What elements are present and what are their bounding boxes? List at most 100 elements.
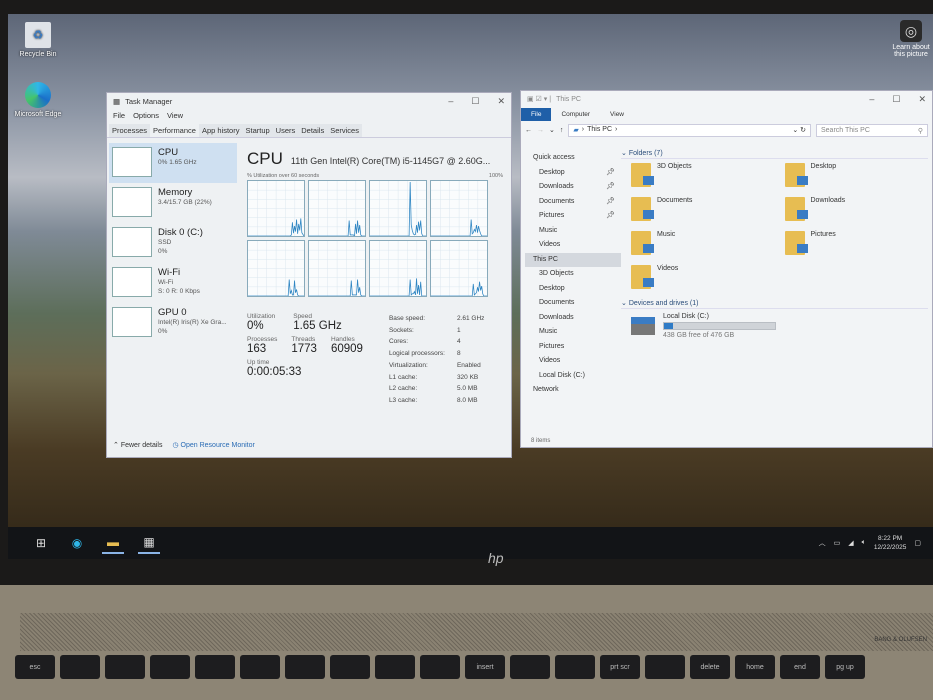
tab-details[interactable]: Details <box>298 124 328 137</box>
fewer-details-button[interactable]: ⌃ Fewer details <box>113 441 162 449</box>
clock[interactable]: 8:22 PM 12/22/2025 <box>874 534 907 552</box>
resource-sub: Intel(R) Iris(R) Xe Gra... <box>158 319 227 326</box>
nav-item[interactable]: This PC <box>525 252 621 267</box>
resource-item[interactable]: Wi-Fi Wi-Fi S: 0 R: 0 Kbps <box>109 263 237 303</box>
nav-item[interactable]: Documents <box>525 296 621 311</box>
recent-dropdown[interactable]: ⌄ <box>549 126 555 134</box>
pc-icon: ▰ <box>573 126 579 134</box>
refresh-icon[interactable]: ⌄ ↻ <box>792 126 806 135</box>
nav-item[interactable]: 3D Objects <box>525 267 621 282</box>
volume-icon[interactable]: 🔈︎ <box>862 539 866 547</box>
spec-label: Logical processors: <box>388 350 445 358</box>
close-button[interactable]: ✕ <box>497 96 505 107</box>
nav-label: Music <box>539 328 558 335</box>
nav-item[interactable]: Desktop <box>525 282 621 297</box>
close-button[interactable]: ✕ <box>918 94 926 105</box>
task-manager-taskbar-button[interactable]: ▦ <box>138 532 160 554</box>
search-input[interactable]: Search This PC ⚲ <box>816 123 928 137</box>
back-button[interactable]: ← <box>525 127 532 134</box>
edge-taskbar-button[interactable]: ◉ <box>66 532 88 554</box>
resource-item[interactable]: CPU 0% 1.65 GHz <box>109 143 237 183</box>
drives-header[interactable]: ⌄ Devices and drives (1) <box>621 299 928 309</box>
start-button[interactable]: ⊞ <box>30 532 52 554</box>
nav-label: Desktop <box>539 284 565 292</box>
pin-icon[interactable]: 📌︎ <box>606 195 615 210</box>
folder-item[interactable]: Pictures <box>775 231 929 255</box>
spec-label: L2 cache: <box>388 385 418 393</box>
tab-app-history[interactable]: App history <box>198 124 243 137</box>
desktop: ♻ Recycle Bin Microsoft Edge ◎ Learn abo… <box>8 14 933 559</box>
nav-item[interactable]: Pictures 📌︎ <box>525 209 621 224</box>
maximize-button[interactable]: ☐ <box>892 94 900 105</box>
local-disk-item[interactable]: Local Disk (C:) 438 GB free of 476 GB <box>621 313 928 339</box>
resource-item[interactable]: Memory 3.4/15.7 GB (22%) <box>109 183 237 223</box>
forward-button[interactable]: → <box>537 127 544 134</box>
speed-value: 1.65 GHz <box>293 320 342 332</box>
up-button[interactable]: ↑ <box>560 127 564 134</box>
title-bar: ▦ Task Manager – ☐ ✕ <box>107 93 511 109</box>
learn-about-picture[interactable]: ◎ Learn about this picture <box>891 20 931 58</box>
recycle-bin-shortcut[interactable]: ♻ Recycle Bin <box>8 22 68 58</box>
tab-users[interactable]: Users <box>272 124 299 137</box>
quick-access-toolbar-icon[interactable]: ▣ ☑ ▾ | <box>527 95 551 103</box>
battery-icon[interactable]: ▭ <box>834 539 841 547</box>
nav-item[interactable]: Downloads <box>525 311 621 326</box>
nav-item[interactable]: Pictures <box>525 340 621 355</box>
resource-item[interactable]: GPU 0 Intel(R) Iris(R) Xe Gra... 0% <box>109 303 237 343</box>
edge-shortcut[interactable]: Microsoft Edge <box>8 82 68 118</box>
cpu-heading: CPU <box>247 149 283 168</box>
menu-file[interactable]: File <box>113 111 125 120</box>
nav-item[interactable]: Network <box>525 383 621 398</box>
nav-item[interactable]: Documents 📌︎ <box>525 195 621 210</box>
nav-item[interactable]: Local Disk (C:) <box>525 369 621 384</box>
ribbon-view[interactable]: View <box>600 111 634 118</box>
tab-processes[interactable]: Processes <box>109 124 151 137</box>
keyboard-key: esc <box>15 655 55 679</box>
pin-icon[interactable]: 📌︎ <box>606 209 615 224</box>
utilization-value: 0% <box>247 320 264 332</box>
tab-startup[interactable]: Startup <box>242 124 273 137</box>
resource-sub: 0% <box>158 248 168 255</box>
handles-value: 60909 <box>330 343 363 355</box>
nav-item[interactable]: Downloads 📌︎ <box>525 180 621 195</box>
open-resource-monitor-link[interactable]: ◷ Open Resource Monitor <box>172 441 254 449</box>
pin-icon[interactable]: 📌︎ <box>606 166 615 181</box>
ribbon-computer[interactable]: Computer <box>551 111 600 118</box>
nav-item[interactable]: Music <box>525 325 621 340</box>
notifications-icon[interactable]: ▢ <box>914 539 921 547</box>
show-hidden-icons[interactable]: ︿ <box>819 538 826 548</box>
folder-item[interactable]: Videos <box>621 265 775 289</box>
title-bar: ▣ ☑ ▾ | This PC – ☐ ✕ <box>521 91 932 107</box>
maximize-button[interactable]: ☐ <box>471 96 479 107</box>
explorer-taskbar-button[interactable]: ▬ <box>102 532 124 554</box>
pin-icon[interactable]: 📌︎ <box>606 180 615 195</box>
folder-item[interactable]: Documents <box>621 197 775 221</box>
status-bar-count: 8 items <box>531 438 551 444</box>
wifi-icon[interactable]: ◢ <box>848 539 853 547</box>
nav-label: Videos <box>539 241 561 248</box>
nav-label: Pictures <box>539 212 565 219</box>
nav-item[interactable]: Music <box>525 224 621 239</box>
nav-item[interactable]: Videos <box>525 238 621 253</box>
resource-name: Disk 0 (C:) <box>158 227 203 238</box>
menu-options[interactable]: Options <box>133 111 159 120</box>
minimize-button[interactable]: – <box>448 96 453 107</box>
resource-item[interactable]: Disk 0 (C:) SSD 0% <box>109 223 237 263</box>
nav-item[interactable]: Desktop 📌︎ <box>525 166 621 181</box>
minimize-button[interactable]: – <box>869 94 874 105</box>
folders-header[interactable]: ⌄ Folders (7) <box>621 149 928 159</box>
keyboard-key: insert <box>465 655 505 679</box>
ribbon-file[interactable]: File <box>521 107 552 121</box>
tab-performance[interactable]: Performance <box>150 124 199 137</box>
nav-item[interactable]: Quick access <box>525 151 621 166</box>
tab-services[interactable]: Services <box>327 124 362 137</box>
folder-item[interactable]: 3D Objects <box>621 163 775 187</box>
nav-item[interactable]: Videos <box>525 354 621 369</box>
address-bar[interactable]: ▰ › This PC › ⌄ ↻ <box>568 123 811 137</box>
spec-value: 8 <box>456 350 461 358</box>
folder-item[interactable]: Music <box>621 231 775 255</box>
folder-item[interactable]: Downloads <box>775 197 929 221</box>
menu-view[interactable]: View <box>167 111 183 120</box>
folder-item[interactable]: Desktop <box>775 163 929 187</box>
keyboard-key <box>285 655 325 679</box>
